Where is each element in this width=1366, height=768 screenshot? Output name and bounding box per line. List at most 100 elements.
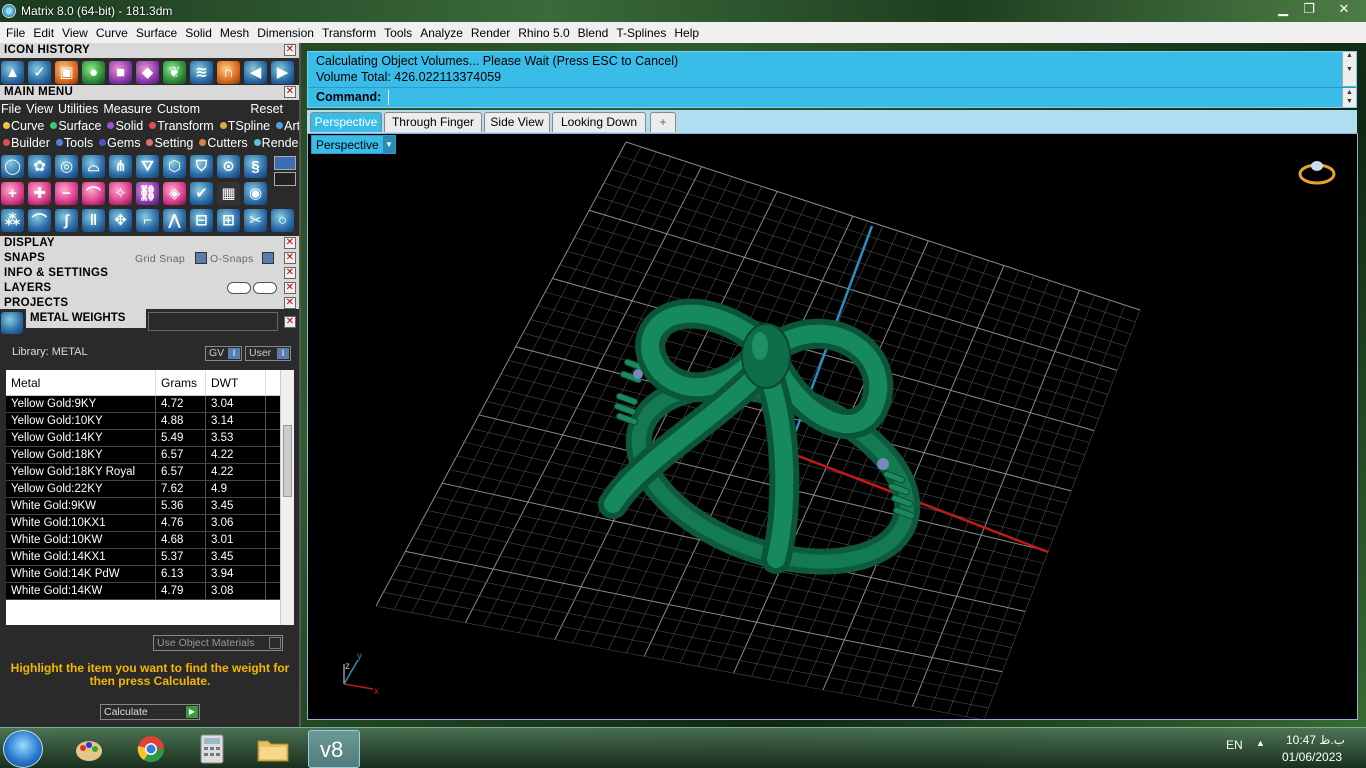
- close-icon[interactable]: ✕: [284, 86, 296, 98]
- info-settings-header[interactable]: INFO & SETTINGS ✕: [0, 266, 299, 281]
- cube-icon[interactable]: ■: [109, 60, 132, 84]
- sweep-icon[interactable]: ∫: [55, 208, 78, 232]
- calculate-button[interactable]: Calculate ▶: [100, 704, 200, 720]
- menu-file[interactable]: File: [2, 26, 29, 40]
- display-header[interactable]: DISPLAY ✕: [0, 236, 299, 251]
- checkmark-icon[interactable]: ✓: [28, 60, 51, 84]
- scroll-thumb[interactable]: [283, 425, 292, 497]
- col-metal[interactable]: Metal: [6, 370, 156, 395]
- toggle-1[interactable]: [274, 156, 296, 170]
- close-icon[interactable]: ✕: [284, 252, 296, 264]
- grid-snap-toggle[interactable]: [195, 252, 207, 264]
- menu-edit[interactable]: Edit: [29, 26, 58, 40]
- clock-time[interactable]: 10:47 ب.ظ: [1286, 733, 1345, 747]
- close-icon[interactable]: ✕: [284, 237, 296, 249]
- close-icon[interactable]: ✕: [284, 267, 296, 279]
- node-icon[interactable]: ✧: [109, 181, 132, 205]
- ring-outline-icon[interactable]: ○: [271, 208, 294, 232]
- tray-arrow-icon[interactable]: ▲: [1256, 738, 1265, 748]
- sphere-icon[interactable]: ●: [82, 60, 105, 84]
- tab-perspective[interactable]: Perspective: [310, 112, 382, 132]
- ring-view-icon[interactable]: [1298, 161, 1336, 185]
- bezel-icon[interactable]: ⬡: [163, 154, 186, 178]
- history-scrollbar[interactable]: ▲ ▼: [1342, 52, 1356, 86]
- table-row[interactable]: White Gold:14KW 4.79 3.08: [6, 583, 294, 600]
- mm-measure[interactable]: Measure: [102, 102, 156, 116]
- close-icon[interactable]: ✕: [284, 297, 296, 309]
- col-grams[interactable]: Grams: [156, 370, 206, 395]
- table-row[interactable]: White Gold:14KX1 5.37 3.45: [6, 549, 294, 566]
- mm-custom[interactable]: Custom: [156, 102, 204, 116]
- close-button[interactable]: ✕: [1322, 0, 1366, 18]
- table-row[interactable]: Yellow Gold:14KY 5.49 3.53: [6, 430, 294, 447]
- table-row[interactable]: White Gold:14K PdW 6.13 3.94: [6, 566, 294, 583]
- link-icon[interactable]: ⛓: [136, 181, 159, 205]
- close-icon[interactable]: ✕: [284, 282, 296, 294]
- grid-icon[interactable]: ▦: [217, 181, 240, 205]
- main-menu-header[interactable]: MAIN MENU ✕: [0, 85, 299, 100]
- gem-icon[interactable]: ◈: [163, 181, 186, 205]
- eye-icon[interactable]: [253, 282, 277, 294]
- menu-render[interactable]: Render: [467, 26, 514, 40]
- band-icon[interactable]: ⌓: [82, 154, 105, 178]
- use-object-materials-checkbox[interactable]: Use Object Materials: [153, 635, 283, 651]
- mm-utilities[interactable]: Utilities: [57, 102, 102, 116]
- menu-tsplines[interactable]: T-Splines: [612, 26, 670, 40]
- snaps-header[interactable]: SNAPS Grid Snap O-Snaps ✕: [0, 251, 299, 266]
- menu-surface[interactable]: Surface: [132, 26, 181, 40]
- wave-icon[interactable]: ≋: [190, 60, 213, 84]
- cut-icon[interactable]: ✂: [244, 208, 267, 232]
- gauge-icon[interactable]: ⊙: [217, 154, 240, 178]
- command-scrollbar[interactable]: ▲ ▼: [1342, 88, 1356, 107]
- cat-render[interactable]: Render: [251, 136, 299, 150]
- cat-gems[interactable]: Gems: [96, 136, 140, 150]
- clock-date[interactable]: 01/06/2023: [1282, 750, 1342, 764]
- menu-view[interactable]: View: [58, 26, 92, 40]
- frame-icon[interactable]: ▣: [55, 60, 78, 84]
- menu-blend[interactable]: Blend: [574, 26, 613, 40]
- calculator-icon[interactable]: [186, 730, 238, 768]
- col-dwt[interactable]: DWT: [206, 370, 266, 395]
- table-row[interactable]: Yellow Gold:9KY 4.72 3.04: [6, 396, 294, 413]
- menu-analyze[interactable]: Analyze: [416, 26, 467, 40]
- language-indicator[interactable]: EN: [1226, 738, 1243, 752]
- close-icon[interactable]: ✕: [284, 316, 296, 328]
- magnet-icon[interactable]: ∩: [217, 60, 240, 84]
- table-scrollbar[interactable]: [280, 370, 294, 625]
- close-icon[interactable]: ✕: [284, 44, 296, 56]
- shield-icon[interactable]: ⛉: [190, 154, 213, 178]
- freeform-icon[interactable]: ✿: [28, 154, 51, 178]
- table-row[interactable]: White Gold:10KX1 4.76 3.06: [6, 515, 294, 532]
- menu-tools[interactable]: Tools: [380, 26, 416, 40]
- icon-history-header[interactable]: ICON HISTORY ✕: [0, 43, 299, 58]
- menu-dimension[interactable]: Dimension: [253, 26, 318, 40]
- mirror-icon[interactable]: ⊞: [217, 208, 240, 232]
- menu-curve[interactable]: Curve: [92, 26, 132, 40]
- mm-reset[interactable]: Reset: [249, 102, 299, 116]
- menu-help[interactable]: Help: [670, 26, 703, 40]
- add-tab-button[interactable]: +: [650, 112, 676, 132]
- folder-icon[interactable]: [247, 730, 299, 768]
- cat-setting[interactable]: Setting: [143, 136, 193, 150]
- move-icon[interactable]: ✥: [109, 208, 132, 232]
- paint-app-icon[interactable]: [63, 730, 115, 768]
- ring-icon[interactable]: ◎: [55, 154, 78, 178]
- mm-view[interactable]: View: [25, 102, 57, 116]
- menu-solid[interactable]: Solid: [181, 26, 216, 40]
- arc-icon[interactable]: ⌒: [82, 181, 105, 205]
- mm-file[interactable]: File: [0, 102, 25, 116]
- head-icon[interactable]: ⛛: [136, 154, 159, 178]
- user-toggle[interactable]: User I: [245, 346, 291, 361]
- tab-side-view[interactable]: Side View: [484, 112, 550, 132]
- cat-cutters[interactable]: Cutters: [196, 136, 248, 150]
- plus-icon[interactable]: +: [1, 181, 24, 205]
- tab-through-finger[interactable]: Through Finger: [384, 112, 482, 132]
- chrome-icon[interactable]: [125, 730, 177, 768]
- minimize-button[interactable]: ▁: [1270, 0, 1296, 18]
- cat-curve[interactable]: Curve: [0, 119, 44, 133]
- cluster-icon[interactable]: ⁂: [1, 208, 24, 232]
- add-point-icon[interactable]: ✚: [28, 181, 51, 205]
- layer-toggle-icon[interactable]: [227, 282, 251, 294]
- start-button[interactable]: [3, 730, 43, 768]
- cat-tspline[interactable]: TSpline: [217, 119, 270, 133]
